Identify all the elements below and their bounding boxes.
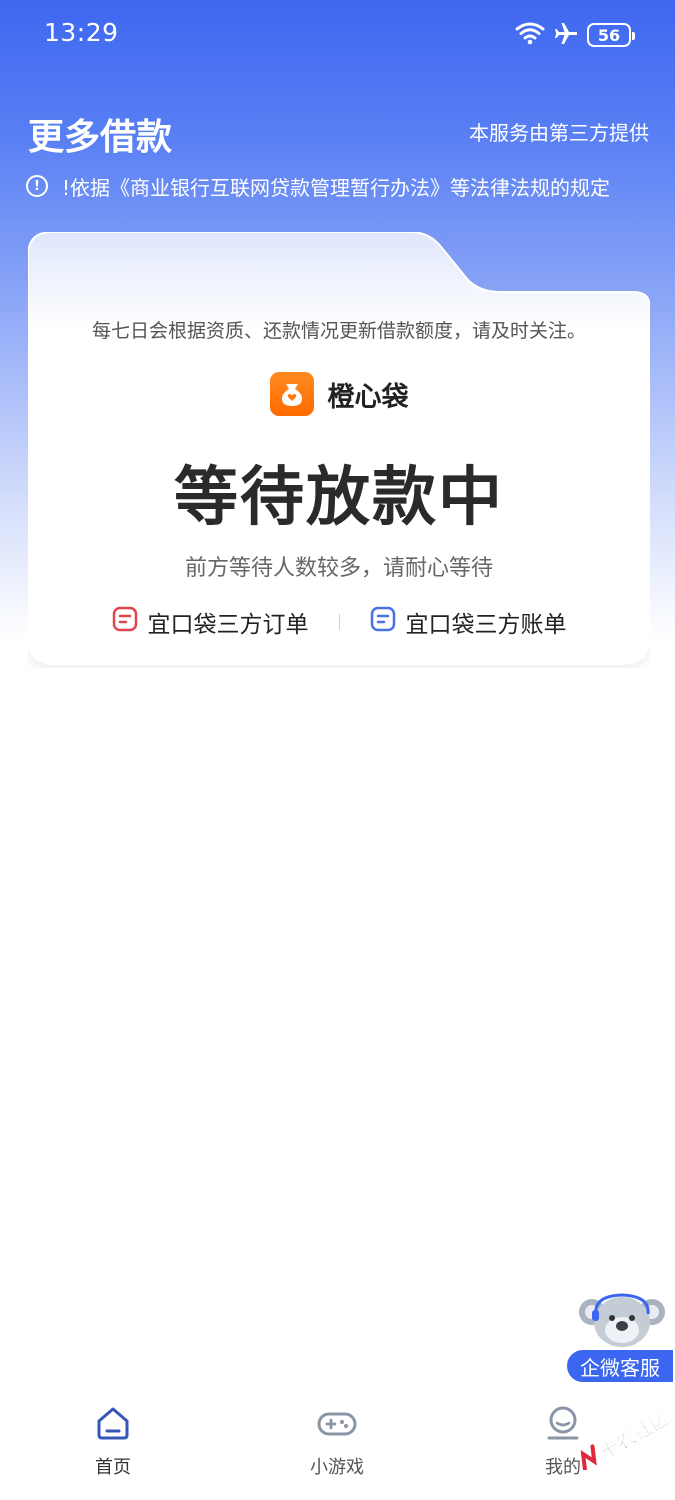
quota-update-hint: 每七日会根据资质、还款情况更新借款额度，请及时关注。	[91, 320, 586, 342]
third-party-orders-label: 宜口袋三方订单	[147, 612, 309, 638]
customer-service-button[interactable]: 企微客服	[562, 1290, 675, 1390]
lender-brand: 橙心袋	[28, 372, 650, 416]
bill-document-icon	[370, 606, 396, 638]
wifi-icon	[515, 21, 545, 49]
info-icon: !	[26, 175, 48, 197]
status-icons: 56	[515, 20, 635, 50]
loan-status-title: 等待放款中	[174, 461, 504, 535]
lender-brand-name: 橙心袋	[327, 381, 409, 413]
customer-service-label: 企微客服	[565, 1348, 675, 1384]
home-icon	[95, 1405, 131, 1445]
loan-status-subtitle: 前方等待人数较多，请耐心等待	[184, 556, 493, 581]
gamepad-icon	[316, 1405, 358, 1445]
legal-notice-text: !依据《商业银行互联网贷款管理暂行办法》等法律法规的规定	[62, 175, 611, 200]
loan-status-card: 每七日会根据资质、还款情况更新借款额度，请及时关注。 橙心袋 等待放款中 前方等…	[28, 232, 650, 668]
order-document-icon	[112, 606, 138, 638]
status-time: 13:29	[44, 18, 119, 47]
legal-notice: ! !依据《商业银行互联网贷款管理暂行办法》等法律法规的规定	[26, 170, 656, 202]
link-divider	[338, 614, 340, 630]
battery-level: 56	[597, 25, 621, 45]
third-party-bills-label: 宜口袋三方账单	[405, 612, 567, 638]
money-bag-icon	[269, 372, 314, 416]
provider-note: 本服务由第三方提供	[469, 121, 649, 145]
airplane-mode-icon	[553, 20, 579, 50]
tab-mini-games[interactable]: 小游戏	[277, 1405, 397, 1485]
third-party-orders-link[interactable]: 宜口袋三方订单	[112, 605, 309, 639]
status-bar: 13:29 56	[0, 0, 675, 72]
page-title: 更多借款	[28, 117, 173, 158]
profile-icon	[545, 1405, 581, 1445]
battery-indicator: 56	[587, 23, 635, 47]
bottom-tab-bar: 首页 小游戏 我的	[0, 1395, 675, 1500]
koala-mascot-icon	[579, 1293, 665, 1347]
tab-home-label: 首页	[95, 1457, 131, 1478]
third-party-links: 宜口袋三方订单 宜口袋三方账单	[28, 604, 650, 640]
tab-profile[interactable]: 我的	[503, 1405, 623, 1485]
tab-profile-label: 我的	[545, 1457, 581, 1478]
tab-home[interactable]: 首页	[53, 1405, 173, 1485]
third-party-bills-link[interactable]: 宜口袋三方账单	[370, 605, 567, 639]
tab-mini-games-label: 小游戏	[310, 1457, 364, 1478]
